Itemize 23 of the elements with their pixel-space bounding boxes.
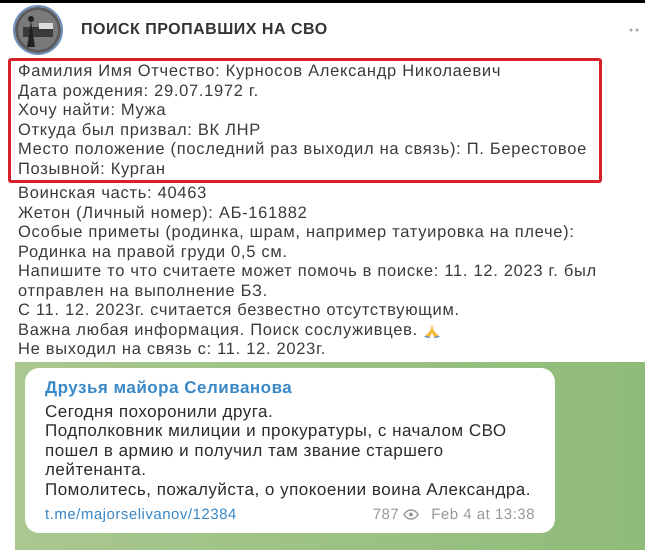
message-text: Сегодня похоронили друга.: [45, 402, 274, 421]
post-text-line: Хочу найти: Мужа: [18, 101, 168, 120]
post-link[interactable]: t.me/majorselivanov/12384: [45, 505, 237, 524]
post-text-line: Место положение (последний раз выходил на связь): П. Берестовое: [18, 140, 588, 160]
forward-source[interactable]: Друзья майора Селиванова: [45, 378, 535, 398]
post-text-line: Дата рождения: 29.07.1972 г.: [18, 82, 260, 101]
message-text: Подполковник милиции и прокуратуры, с началом СВО пошел в армию и получил там звание старшего лейтенанта.: [45, 421, 508, 480]
eye-icon: [403, 509, 420, 520]
message-date: Feb 4 at 13:38: [431, 505, 535, 524]
more-icon[interactable]: [629, 28, 639, 32]
post-text-line: С 11. 12. 2023г. считается безвестно отсутствующим.: [18, 301, 460, 320]
post-text-line: Важна любая информация. Поиск сослуживцев.: [18, 320, 418, 340]
post-text-line: Откуда был призвал: ВК ЛНР: [18, 120, 262, 140]
post-text-line: Напишите то что считаете может помочь в поиске: 11. 12. 2023 г. был отправлен на выполнение БЗ.: [18, 262, 598, 301]
post-text-line: Не выходил на связь с: 11. 12. 2023г.: [18, 340, 326, 360]
view-count: 787: [372, 505, 400, 524]
channel-title: ПОИСК ПРОПАВШИХ НА СВО: [81, 20, 328, 40]
post-text-line: Воинская часть: 40463: [18, 184, 207, 204]
post-text-line: Фамилия Имя Отчество: Курносов Александр Николаевич: [18, 62, 502, 82]
post-text-line: Позывной: Курган: [18, 160, 167, 179]
message-text: Помолитесь, пожалуйста, о упокоении воина Александра.: [45, 480, 532, 499]
post-text-line: Жетон (Личный номер): АБ-161882: [18, 204, 308, 223]
post-text-line: Особые приметы (родинка, шрам, например татуировка на плече): Родинка на правой груди 0,5 см.: [18, 223, 576, 262]
